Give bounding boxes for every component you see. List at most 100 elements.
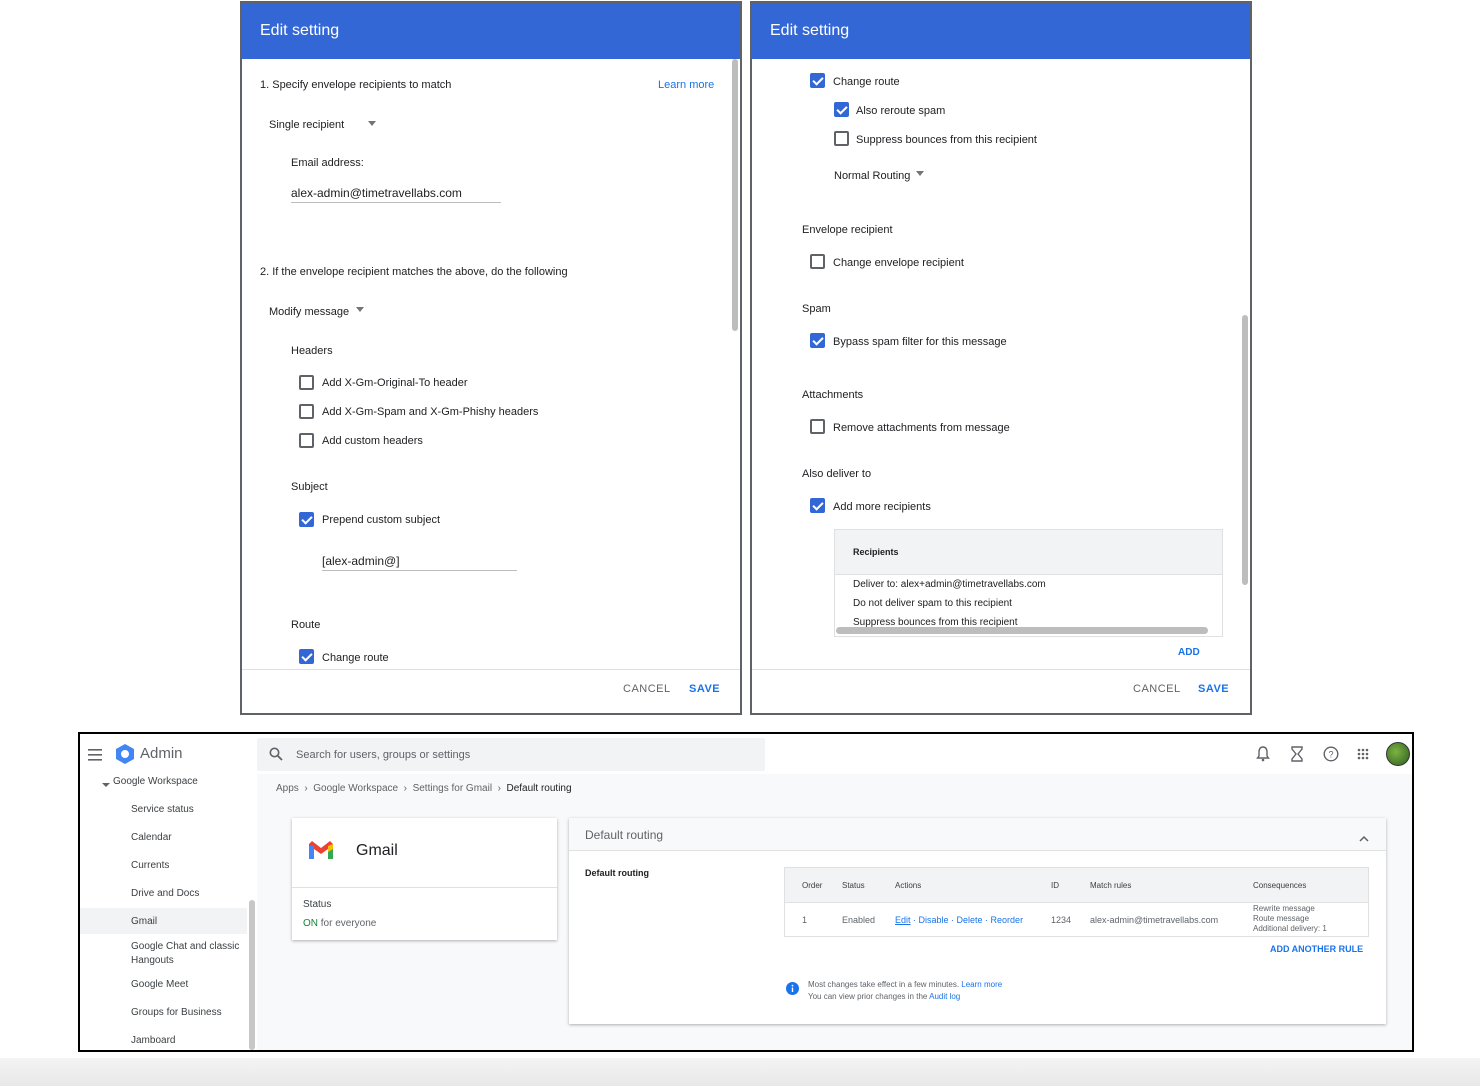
save-button[interactable]: SAVE — [689, 683, 720, 695]
change-route-label: Change route — [833, 76, 900, 88]
x-gm-original-to-checkbox[interactable] — [299, 375, 314, 390]
x-gm-spam-checkbox[interactable] — [299, 404, 314, 419]
step1-label: 1. Specify envelope recipients to match — [260, 79, 452, 91]
subject-underline — [322, 570, 517, 571]
sidebar-scrollbar[interactable] — [249, 900, 255, 1050]
suppress-bounces-label: Suppress bounces from this recipient — [856, 134, 1037, 146]
horizontal-scrollbar[interactable] — [836, 627, 1208, 634]
learn-more-link[interactable]: Learn more — [658, 79, 714, 91]
breadcrumb-workspace[interactable]: Google Workspace — [313, 783, 398, 794]
subject-label: Subject — [291, 481, 328, 493]
learn-more-link[interactable]: Learn more — [961, 980, 1002, 989]
gmail-logo-icon — [308, 840, 334, 865]
notifications-icon[interactable] — [1256, 746, 1270, 767]
attachments-label: Attachments — [802, 389, 864, 401]
status-label: Status — [303, 899, 332, 910]
disable-link[interactable]: Disable — [919, 915, 949, 925]
row-match: alex-admin@timetravellabs.com — [1090, 915, 1219, 925]
sidebar-group-google-workspace[interactable]: Google Workspace — [113, 776, 198, 787]
add-recipients-checkbox[interactable] — [810, 498, 825, 513]
edit-setting-dialog-right: Edit setting Change route Also reroute s… — [750, 1, 1252, 715]
email-underline — [291, 202, 501, 203]
apps-grid-icon[interactable] — [1357, 747, 1369, 765]
sidebar-item-meet[interactable]: Google Meet — [131, 979, 188, 990]
action-type-value: Modify message — [269, 306, 350, 318]
app-name: Admin — [140, 745, 183, 762]
status-rest: for everyone — [320, 918, 377, 929]
sidebar-item-gmail-highlight[interactable] — [80, 908, 247, 934]
sidebar-item-chat-hangouts[interactable]: Google Chat and classic Hangouts — [131, 940, 243, 968]
audit-log-link[interactable]: Audit log — [929, 992, 960, 1001]
add-recipients-label: Add more recipients — [833, 501, 931, 513]
chevron-down-icon — [368, 121, 376, 126]
svg-text:?: ? — [1328, 750, 1333, 760]
suppress-bounces-checkbox[interactable] — [834, 131, 849, 146]
search-bar[interactable]: Search for users, groups or settings — [257, 738, 765, 771]
sidebar-item-drive-docs[interactable]: Drive and Docs — [131, 888, 199, 899]
panel-header[interactable]: Default routing — [569, 818, 1386, 851]
cancel-button[interactable]: CANCEL — [1133, 683, 1181, 695]
edit-setting-dialog-left: Edit setting 1. Specify envelope recipie… — [240, 1, 742, 715]
status-value: ON for everyone — [303, 918, 376, 929]
change-route-checkbox[interactable] — [810, 73, 825, 88]
breadcrumb-gmail-settings[interactable]: Settings for Gmail — [413, 783, 492, 794]
sidebar-item-service-status[interactable]: Service status — [131, 804, 194, 815]
reroute-spam-checkbox[interactable] — [834, 102, 849, 117]
change-envelope-label: Change envelope recipient — [833, 257, 964, 269]
route-label: Route — [291, 619, 321, 631]
sidebar-item-gmail[interactable]: Gmail — [131, 916, 157, 927]
rules-table: Order Status Actions ID Match rules Cons… — [784, 867, 1369, 937]
prepend-subject-label: Prepend custom subject — [322, 514, 441, 526]
consequence-item: Rewrite message — [1253, 904, 1315, 913]
expand-arrow-icon[interactable] — [102, 776, 110, 794]
spam-label: Spam — [802, 303, 831, 315]
info-text-1: Most changes take effect in a few minute… — [808, 980, 960, 989]
scrollbar[interactable] — [1242, 315, 1248, 585]
headers-label: Headers — [291, 345, 333, 357]
panel-title: Default routing — [585, 828, 664, 842]
dialog-body: 1. Specify envelope recipients to match … — [242, 59, 740, 669]
deliver-label: Also deliver to — [802, 468, 872, 480]
edit-link[interactable]: Edit — [895, 915, 911, 925]
chevron-down-icon — [356, 307, 364, 312]
sidebar-item-calendar[interactable]: Calendar — [131, 832, 172, 843]
custom-headers-checkbox[interactable] — [299, 433, 314, 448]
email-label: Email address: — [291, 157, 364, 169]
help-icon[interactable]: ? — [1323, 746, 1339, 767]
add-another-rule-button[interactable]: ADD ANOTHER RULE — [1270, 944, 1363, 954]
gmail-title: Gmail — [356, 842, 398, 859]
cancel-button[interactable]: CANCEL — [623, 683, 671, 695]
chevron-down-icon — [916, 171, 924, 176]
chevron-right-icon: › — [494, 783, 504, 794]
dialog-title: Edit setting — [242, 3, 740, 59]
prepend-subject-checkbox[interactable] — [299, 512, 314, 527]
change-envelope-checkbox[interactable] — [810, 254, 825, 269]
hourglass-icon[interactable] — [1291, 746, 1303, 767]
status-on: ON — [303, 918, 318, 929]
col-match: Match rules — [1090, 881, 1132, 890]
remove-attachments-checkbox[interactable] — [810, 419, 825, 434]
change-route-checkbox[interactable] — [299, 649, 314, 664]
avatar[interactable] — [1386, 742, 1410, 766]
add-recipient-button[interactable]: ADD — [1178, 647, 1200, 658]
delete-link[interactable]: Delete — [957, 915, 983, 925]
breadcrumb-apps[interactable]: Apps — [276, 783, 299, 794]
scrollbar[interactable] — [732, 59, 738, 331]
reorder-link[interactable]: Reorder — [991, 915, 1024, 925]
routing-value: Normal Routing — [834, 170, 911, 182]
info-line-2: You can view prior changes in the Audit … — [808, 992, 960, 1001]
info-line-1: Most changes take effect in a few minute… — [808, 980, 1002, 989]
row-id: 1234 — [1051, 915, 1072, 925]
menu-icon[interactable] — [88, 748, 102, 766]
sidebar-item-currents[interactable]: Currents — [131, 860, 169, 871]
sidebar-item-groups[interactable]: Groups for Business — [131, 1007, 222, 1018]
info-text-2: You can view prior changes in the — [808, 992, 928, 1001]
admin-logo-icon — [114, 743, 136, 770]
search-input[interactable]: Search for users, groups or settings — [296, 749, 470, 761]
bypass-spam-checkbox[interactable] — [810, 333, 825, 348]
collapse-icon[interactable] — [1359, 830, 1369, 848]
save-button[interactable]: SAVE — [1198, 683, 1229, 695]
sidebar-item-jamboard[interactable]: Jamboard — [131, 1035, 175, 1046]
custom-subject-value: [alex-admin@] — [322, 554, 400, 568]
consequence-item: Additional delivery: 1 — [1253, 924, 1327, 933]
